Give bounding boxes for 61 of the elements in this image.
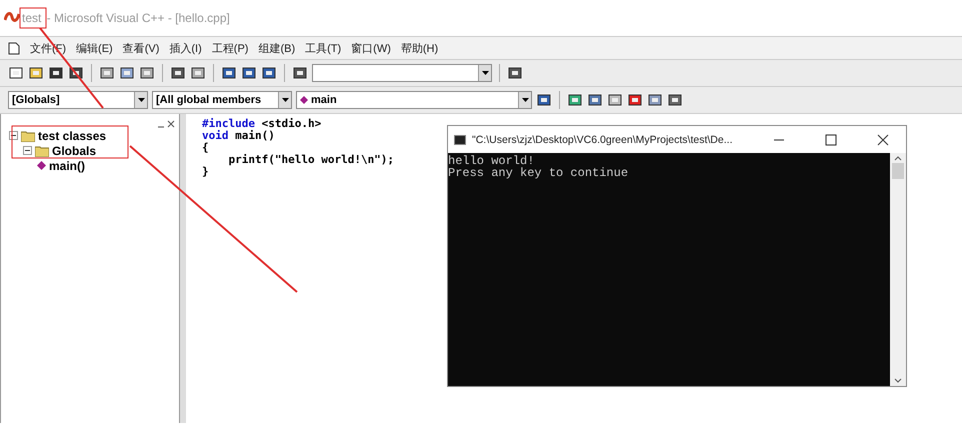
toolbar-icon[interactable] bbox=[536, 92, 552, 108]
toolbar-icon[interactable] bbox=[507, 65, 523, 81]
class-combo[interactable]: [Globals] bbox=[8, 91, 148, 109]
toolbar-icon[interactable] bbox=[261, 65, 277, 81]
folder-icon bbox=[35, 144, 49, 156]
code-line: #include <stdio.h> bbox=[202, 118, 322, 130]
tree-item[interactable]: test classes bbox=[38, 128, 106, 142]
menu-item[interactable]: 工具(T) bbox=[305, 40, 342, 56]
toolbar-icon[interactable] bbox=[221, 65, 237, 81]
toolbar-icon[interactable] bbox=[587, 92, 603, 108]
toolbar-icon[interactable] bbox=[190, 65, 206, 81]
dropdown-icon[interactable] bbox=[482, 71, 488, 75]
toolbar-icon[interactable] bbox=[607, 92, 623, 108]
toolbar-icon[interactable] bbox=[28, 65, 44, 81]
menu-item[interactable]: 窗口(W) bbox=[351, 40, 391, 56]
toolbar-icon[interactable] bbox=[99, 65, 115, 81]
toolbar-icon[interactable] bbox=[627, 92, 643, 108]
scroll-thumb[interactable] bbox=[892, 163, 904, 179]
highlight-frame bbox=[20, 8, 46, 28]
member-combo[interactable]: main bbox=[296, 91, 532, 109]
tree-item[interactable]: main() bbox=[49, 158, 85, 172]
toolbar-icon[interactable] bbox=[170, 65, 186, 81]
code-line: } bbox=[202, 166, 209, 178]
toolbar-icon[interactable] bbox=[567, 92, 583, 108]
code-line: printf("hello world!\n"); bbox=[227, 154, 394, 166]
toolbar-icon[interactable] bbox=[647, 92, 663, 108]
toolbar-icon[interactable] bbox=[119, 65, 135, 81]
toolbar-icon[interactable] bbox=[292, 65, 308, 81]
menu-item[interactable]: 编辑(E) bbox=[76, 40, 113, 56]
scrollbar[interactable] bbox=[890, 153, 906, 386]
folder-icon bbox=[21, 130, 35, 142]
toolbar-icon[interactable] bbox=[241, 65, 257, 81]
collapse-icon[interactable] bbox=[23, 146, 32, 155]
dropdown-icon[interactable] bbox=[282, 98, 288, 102]
window-title: - Microsoft Visual C++ - [hello.cpp] bbox=[46, 11, 230, 25]
menu-item[interactable]: 帮助(H) bbox=[400, 40, 438, 56]
toolbar-icon[interactable] bbox=[667, 92, 683, 108]
window-title-project: test bbox=[22, 11, 42, 25]
toolbar-icon[interactable] bbox=[48, 65, 64, 81]
console-title: "C:\Users\zjz\Desktop\VC6.0green\MyProjects\test\De... bbox=[472, 134, 734, 146]
menu-item[interactable]: 工程(P) bbox=[212, 40, 248, 56]
console-line: hello world! bbox=[448, 155, 534, 167]
menu-item[interactable]: 查看(V) bbox=[122, 40, 160, 56]
console-icon bbox=[454, 134, 466, 144]
app-logo-icon bbox=[4, 12, 20, 24]
menu-item[interactable]: 插入(I) bbox=[169, 40, 202, 56]
document-icon[interactable] bbox=[8, 42, 20, 54]
console-line: Press any key to continue bbox=[448, 167, 630, 179]
diamond-icon bbox=[300, 96, 308, 104]
diamond-icon bbox=[37, 161, 46, 170]
toolbar-icon[interactable] bbox=[8, 65, 24, 81]
filter-combo[interactable]: [All global members bbox=[152, 91, 292, 109]
menu-item[interactable]: 组建(B) bbox=[258, 40, 296, 56]
dropdown-icon[interactable] bbox=[522, 98, 528, 102]
close-pane-icon[interactable] bbox=[167, 120, 175, 128]
tree-item[interactable]: Globals bbox=[52, 144, 96, 158]
collapse-icon[interactable] bbox=[9, 131, 18, 140]
code-line: void main() bbox=[202, 130, 275, 142]
dropdown-icon[interactable] bbox=[138, 98, 144, 102]
toolbar-icon[interactable] bbox=[139, 65, 155, 81]
code-line: { bbox=[202, 142, 209, 154]
